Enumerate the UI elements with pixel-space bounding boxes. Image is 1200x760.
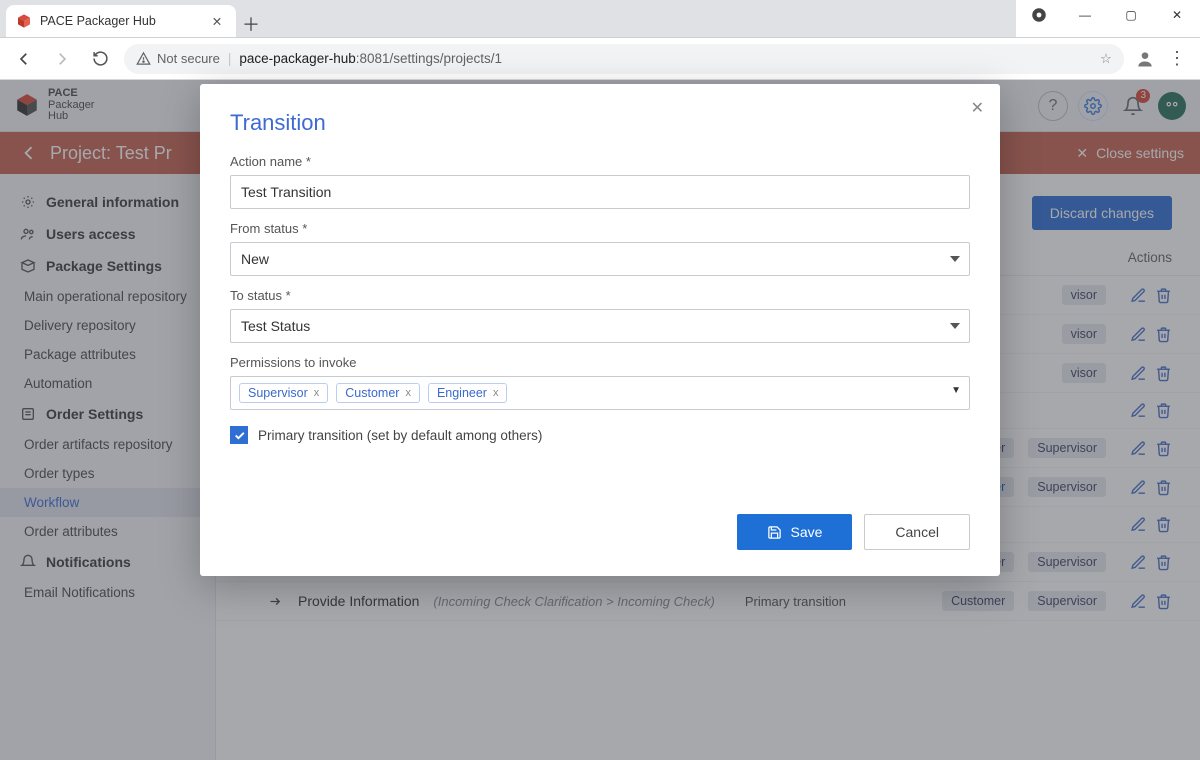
forward-button[interactable] [48, 45, 76, 73]
save-label: Save [790, 524, 822, 540]
permission-tag[interactable]: Supervisorx [239, 383, 328, 403]
tab-close-icon[interactable]: ✕ [210, 14, 224, 28]
modal-title: Transition [230, 110, 970, 136]
reload-button[interactable] [86, 45, 114, 73]
primary-transition-label: Primary transition (set by default among… [258, 428, 542, 443]
cube-icon [16, 13, 32, 29]
back-button[interactable] [10, 45, 38, 73]
address-bar[interactable]: Not secure | pace-packager-hub:8081/sett… [124, 44, 1124, 74]
browser-toolbar: Not secure | pace-packager-hub:8081/sett… [0, 38, 1200, 80]
url-path: :8081/settings/projects/1 [356, 51, 502, 66]
menu-icon[interactable]: ⋮ [1164, 48, 1190, 69]
new-tab-button[interactable]: ＋ [236, 11, 266, 37]
modal-close-icon[interactable]: ✕ [971, 98, 984, 118]
maximize-button[interactable]: ▢ [1108, 0, 1154, 30]
profile-icon[interactable] [1134, 48, 1156, 70]
action-name-label: Action name * [230, 154, 970, 169]
to-status-select[interactable]: Test Status [230, 309, 970, 343]
from-status-label: From status * [230, 221, 970, 236]
browser-titlebar: PACE Packager Hub ✕ ＋ — ▢ ✕ [0, 0, 1200, 38]
window-close-button[interactable]: ✕ [1154, 0, 1200, 30]
permission-tag[interactable]: Engineerx [428, 383, 508, 403]
tag-remove-icon[interactable]: x [493, 387, 499, 399]
url-host: pace-packager-hub [239, 51, 355, 66]
tab-strip: PACE Packager Hub ✕ ＋ [0, 0, 1016, 37]
minimize-button[interactable]: — [1062, 0, 1108, 30]
save-icon [767, 525, 782, 540]
tab-title: PACE Packager Hub [40, 14, 156, 28]
transition-modal: ✕ Transition Action name * From status *… [200, 84, 1000, 576]
from-status-select[interactable]: New [230, 242, 970, 276]
permissions-multi-select[interactable]: Supervisorx Customerx Engineerx [230, 376, 970, 410]
browser-tab[interactable]: PACE Packager Hub ✕ [6, 5, 236, 37]
tag-remove-icon[interactable]: x [314, 387, 320, 399]
to-status-label: To status * [230, 288, 970, 303]
save-button[interactable]: Save [737, 514, 852, 550]
not-secure-warning: Not secure [136, 51, 220, 66]
primary-transition-row[interactable]: Primary transition (set by default among… [230, 426, 970, 444]
window-controls: — ▢ ✕ [1016, 0, 1200, 37]
tag-remove-icon[interactable]: x [405, 387, 411, 399]
permission-tag[interactable]: Customerx [336, 383, 420, 403]
cancel-button[interactable]: Cancel [864, 514, 970, 550]
bookmark-icon[interactable]: ☆ [1100, 51, 1112, 67]
modal-actions: Save Cancel [230, 514, 970, 550]
not-secure-label: Not secure [157, 51, 220, 66]
permissions-label: Permissions to invoke [230, 355, 970, 370]
action-name-input[interactable] [230, 175, 970, 209]
primary-transition-checkbox[interactable] [230, 426, 248, 444]
incognito-icon [1016, 0, 1062, 30]
